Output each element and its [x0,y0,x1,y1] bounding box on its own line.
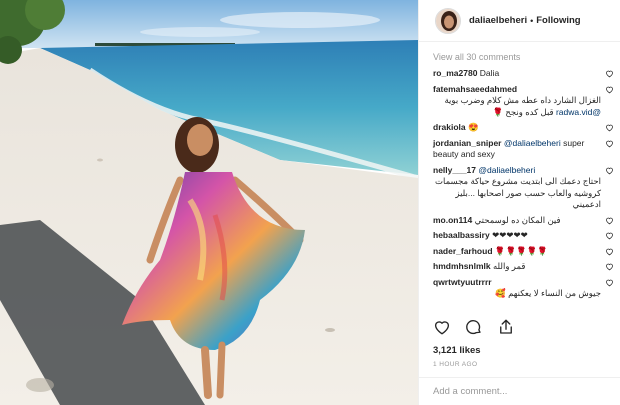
comment-mention[interactable]: @radwa.vid [556,107,601,117]
comment-text-cont: قبل كده ونجح 🌹 [492,106,554,117]
comment-username[interactable]: jordanian_sniper [433,138,502,148]
comment-row: mo.on114 فين المكان ده لوسمحتي [433,215,616,227]
header-username[interactable]: daliaelbeheri [469,15,527,26]
post-timestamp: 1 HOUR AGO [433,361,478,368]
comment-like-icon[interactable] [605,278,616,287]
comment-like-icon[interactable] [605,247,616,256]
avatar[interactable] [435,7,461,34]
comment-row: qwrtwtyuutrrrr جيوش من النساء لا يعكنهم … [433,277,616,300]
comment-text: ❤❤❤❤❤ [492,230,528,240]
comment-text: جيوش من النساء لا يعكنهم 🥰 [495,288,601,298]
comment-username[interactable]: hebaalbassiry [433,230,490,240]
comment-icon[interactable] [465,318,483,336]
following-button[interactable]: Following [536,15,580,26]
heart-icon[interactable] [433,318,451,336]
comment-like-icon[interactable] [605,69,616,78]
comment-row: hmdmhsnlmlk قمر والله [433,261,616,273]
comment-like-icon[interactable] [605,231,616,240]
comment-like-icon[interactable] [605,139,616,148]
post-photo[interactable] [0,0,418,405]
comment-row: ro_ma2780 Dalia [433,68,616,80]
action-bar [433,318,515,336]
comment-like-icon[interactable] [605,262,616,271]
comment-username[interactable]: qwrtwtyuutrrrr [433,277,492,287]
comment-text: احتاج دعمك الى ابتديت مشروع حياكة مجسمات… [434,176,601,209]
comments-list: View all 30 comments ro_ma2780 Dalia fat… [433,52,616,312]
comment-username[interactable]: drakiola [433,122,466,132]
comment-text: 😍 [467,122,479,132]
comment-username[interactable]: nader_farhoud [433,246,493,256]
comment-username[interactable]: fatemahsaeedahmed [433,84,517,94]
comment-like-icon[interactable] [605,123,616,132]
comment-text: قمر والله [493,261,526,271]
comment-text: فين المكان ده لوسمحتي [474,214,561,225]
comment-text: الغزال الشارد داه عطه مش كلام وضرب بوية [444,95,602,105]
comment-text: 🌹🌹🌹🌹🌹 [494,245,548,256]
view-all-comments-link[interactable]: View all 30 comments [433,52,616,62]
comment-row: nelly___17 @daliaelbeheri احتاج دعمك الى… [433,165,616,211]
comment-username[interactable]: nelly___17 [433,165,476,175]
post-header: daliaelbeheri • Following [419,0,620,42]
comment-username[interactable]: hmdmhsnlmlk [433,261,491,271]
comment-mention[interactable]: @daliaelbeheri [478,165,535,175]
comment-row: drakiola 😍 [433,122,616,134]
comment-row: fatemahsaeedahmed الغزال الشارد داه عطه … [433,84,616,119]
header-separator: • [530,15,534,26]
comment-like-icon[interactable] [605,216,616,225]
comment-row: hebaalbassiry ❤❤❤❤❤ [433,230,616,242]
comment-like-icon[interactable] [605,85,616,94]
comment-like-icon[interactable] [605,166,616,175]
comment-row: jordanian_sniper @daliaelbeheri super be… [433,138,616,161]
comment-mention[interactable]: @daliaelbeheri [504,138,561,148]
post-sidebar: daliaelbeheri • Following View all 30 co… [418,0,620,405]
comment-row: nader_farhoud 🌹🌹🌹🌹🌹 [433,246,616,258]
comment-username[interactable]: mo.on114 [433,215,472,225]
comment-username[interactable]: ro_ma2780 [433,68,477,78]
share-icon[interactable] [497,318,515,336]
comment-text: Dalia [479,68,500,78]
likes-count[interactable]: 3,121 likes [433,345,481,356]
add-comment-input[interactable]: Add a comment... [419,377,620,405]
